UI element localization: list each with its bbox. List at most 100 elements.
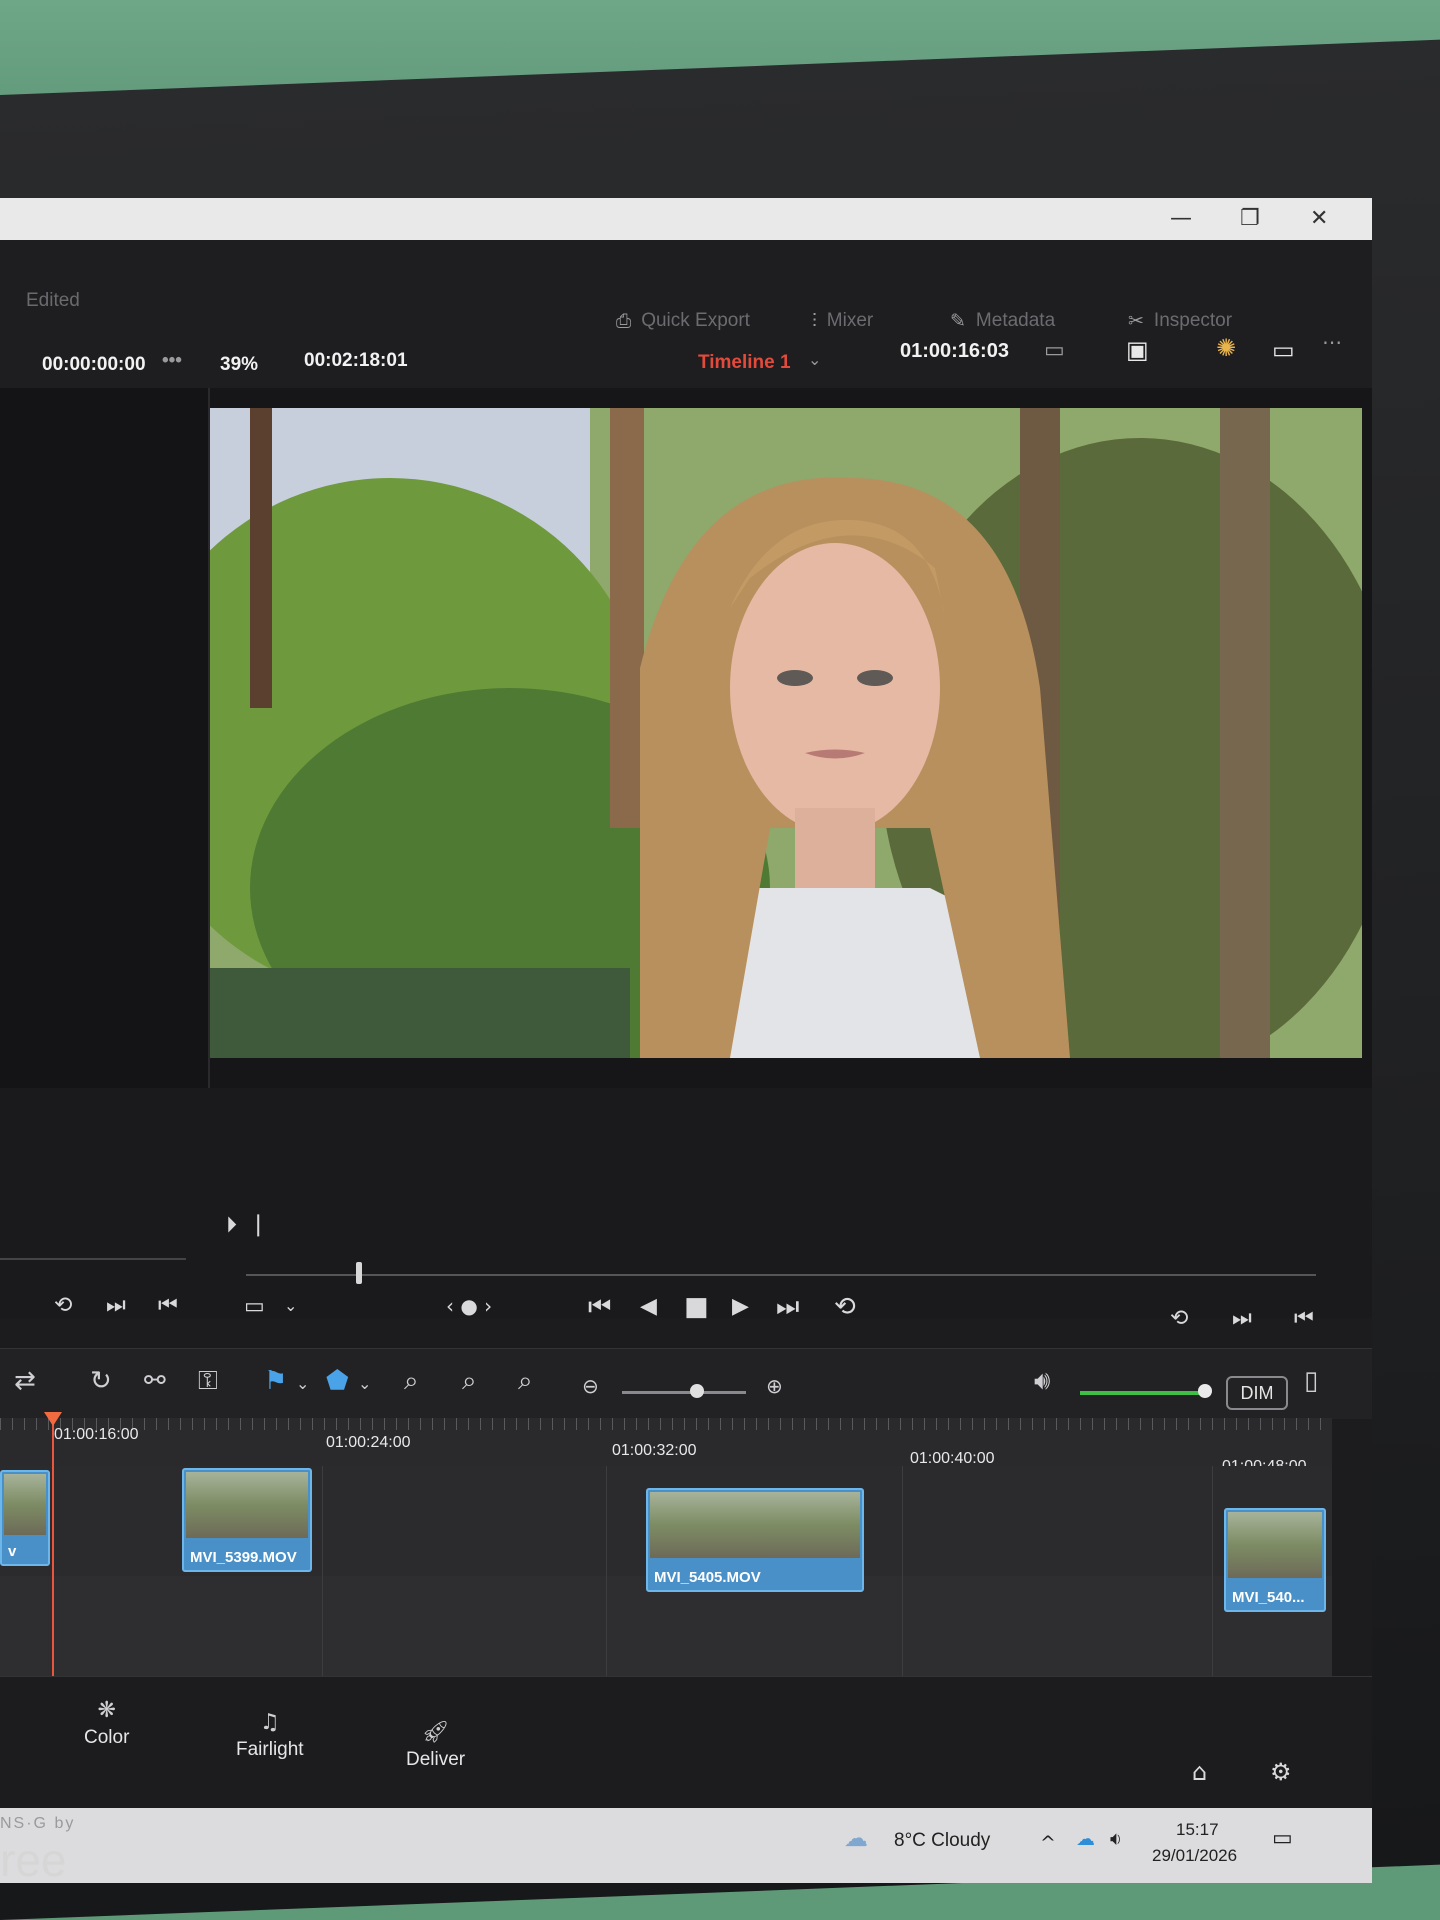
loop-button[interactable]: ⟲ [834, 1292, 856, 1322]
lock-icon[interactable]: ⚿ [198, 1366, 218, 1397]
tab-inspector[interactable]: ✂ Inspector [1128, 310, 1232, 332]
volume-slider[interactable] [1080, 1391, 1204, 1395]
jog-control[interactable]: ‹ ● › [446, 1294, 492, 1318]
grid-line [1212, 1466, 1213, 1686]
source-timecode: 00:00:00:00 [42, 354, 146, 375]
clip[interactable]: MVI_5399.MOV [182, 1468, 312, 1572]
timeline-selector[interactable]: Timeline 1 [698, 352, 791, 374]
viewer-header: Edited ⎙ Quick Export ⫶ Mixer ✎ Metadata… [0, 240, 1372, 388]
color-wheel-icon[interactable]: ✺ [1216, 334, 1236, 362]
restore-button[interactable]: ❐ [1240, 206, 1260, 231]
weather-text[interactable]: 8°C Cloudy [894, 1830, 990, 1852]
prev-edit-icon[interactable]: ⏮ [1294, 1306, 1314, 1331]
metadata-icon: ✎ [950, 310, 966, 332]
export-icon: ⎙ [616, 310, 632, 332]
clip-label: MVI_5405.MOV [654, 1569, 761, 1586]
clip-label: MVI_540... [1232, 1589, 1305, 1606]
playhead-handle[interactable] [44, 1412, 62, 1426]
zoom-custom-icon[interactable]: ⌕ [518, 1366, 533, 1397]
source-scrubber[interactable] [0, 1258, 186, 1260]
deliver-page-icon: 🚀︎ [421, 1720, 450, 1745]
onedrive-icon[interactable]: ☁ [1076, 1828, 1095, 1850]
viewer-mode-icon[interactable]: ▭ [1044, 338, 1065, 363]
chevron-up-icon[interactable]: ^ [1040, 1832, 1056, 1854]
volume-icon[interactable]: 🔉︎ [1110, 1828, 1122, 1850]
video-frame [210, 408, 1362, 1058]
page-fairlight[interactable]: ♫ Fairlight [236, 1710, 304, 1761]
fairlight-page-icon: ♫ [259, 1710, 280, 1735]
more-icon[interactable]: ⋯ [1322, 330, 1342, 354]
page-deliver[interactable]: 🚀︎ Deliver [406, 1720, 465, 1771]
dynamic-trim-icon[interactable]: ⇄ [14, 1366, 36, 1396]
speaker-icon[interactable]: 🔊︎ [1034, 1366, 1050, 1397]
playhead[interactable] [52, 1416, 54, 1676]
clip[interactable]: MVI_540... [1224, 1508, 1326, 1612]
scrubber-handle[interactable] [356, 1262, 362, 1284]
transport-area [0, 1088, 1372, 1318]
clip-thumbnail [186, 1472, 308, 1538]
grid-line [606, 1466, 607, 1686]
snapping-icon[interactable]: ↻ [90, 1366, 112, 1396]
volume-slider-handle[interactable] [1198, 1384, 1212, 1398]
stop-button[interactable]: ■ [684, 1292, 709, 1322]
page-color[interactable]: ❋ Color [84, 1698, 129, 1749]
loop-marks-icon[interactable]: ⟲ [1170, 1306, 1188, 1331]
zoom-detail-icon[interactable]: ⌕ [462, 1366, 477, 1397]
play-button[interactable]: ▶ [732, 1294, 749, 1319]
clip[interactable]: v [0, 1470, 50, 1566]
more-options-button[interactable]: ••• [162, 350, 182, 372]
meter-icon[interactable]: ▯ [1304, 1366, 1318, 1396]
chevron-down-icon[interactable]: ⌄ [808, 350, 821, 369]
ruler-label: 01:00:16:00 [54, 1426, 139, 1443]
chevron-down-icon[interactable]: ⌄ [296, 1374, 309, 1393]
duration-timecode: 00:02:18:01 [304, 350, 408, 371]
minimize-button[interactable]: — [1170, 206, 1192, 231]
clip-thumbnail [1228, 1512, 1322, 1578]
zoom-out-icon[interactable]: ⊖ [582, 1374, 599, 1398]
crop-icon[interactable]: ▭ [244, 1294, 265, 1319]
prev-edit-icon[interactable]: ⏮ [158, 1293, 178, 1318]
hd-output-icon[interactable]: ▣ [1126, 336, 1149, 364]
play-to-end-icon[interactable]: ⏵⎹ [226, 1213, 259, 1238]
zoom-level[interactable]: 39% [220, 354, 258, 376]
chevron-down-icon[interactable]: ⌄ [358, 1374, 371, 1393]
gear-icon[interactable]: ⚙ [1270, 1758, 1292, 1786]
monitor-brand-logo: NS·G by ree [0, 1815, 76, 1886]
flag-icon[interactable]: ⚑ [264, 1366, 287, 1396]
dim-button[interactable]: DIM [1226, 1376, 1288, 1410]
notification-icon[interactable]: ▭ [1272, 1826, 1293, 1851]
mixer-icon: ⫶ [812, 310, 817, 332]
zoom-slider[interactable] [622, 1391, 746, 1394]
ruler-label: 01:00:24:00 [326, 1434, 411, 1451]
tab-metadata[interactable]: ✎ Metadata [950, 310, 1055, 332]
clip-label: MVI_5399.MOV [190, 1549, 297, 1566]
clock-time[interactable]: 15:17 [1176, 1820, 1219, 1840]
window-titlebar: — ❐ ✕ [0, 198, 1372, 240]
cloud-icon[interactable]: ☁ [844, 1824, 868, 1852]
skip-end-button[interactable]: ⏭ [776, 1292, 799, 1323]
edited-label: Edited [26, 290, 80, 311]
next-edit-icon[interactable]: ⏭ [106, 1293, 126, 1318]
tab-quick-export[interactable]: ⎙ Quick Export [616, 310, 750, 332]
zoom-in-icon[interactable]: ⊕ [766, 1374, 783, 1398]
video-scene [210, 408, 1362, 1058]
clock-date[interactable]: 29/01/2026 [1152, 1846, 1237, 1866]
loop-marks-icon[interactable]: ⟲ [54, 1293, 72, 1318]
next-edit-icon[interactable]: ⏭ [1232, 1306, 1252, 1331]
ruler-label: 01:00:32:00 [612, 1442, 697, 1459]
zoom-full-icon[interactable]: ⌕ [404, 1366, 419, 1397]
reverse-button[interactable]: ◀ [640, 1294, 657, 1319]
zoom-slider-handle[interactable] [690, 1384, 704, 1398]
clip[interactable]: MVI_5405.MOV [646, 1488, 864, 1592]
timeline-scrubber[interactable] [246, 1274, 1316, 1276]
tab-mixer[interactable]: ⫶ Mixer [812, 310, 873, 332]
marker-icon[interactable]: ⬟ [326, 1366, 349, 1396]
linked-selection-icon[interactable]: ⚯ [144, 1366, 166, 1396]
skip-start-button[interactable]: ⏮ [588, 1292, 611, 1323]
close-button[interactable]: ✕ [1310, 206, 1328, 231]
fullscreen-icon[interactable]: ▭ [1272, 336, 1295, 364]
home-icon[interactable]: ⌂ [1192, 1758, 1207, 1786]
page-navigation [0, 1676, 1372, 1787]
chevron-down-icon[interactable]: ⌄ [284, 1296, 297, 1315]
inspector-icon: ✂ [1128, 310, 1144, 332]
